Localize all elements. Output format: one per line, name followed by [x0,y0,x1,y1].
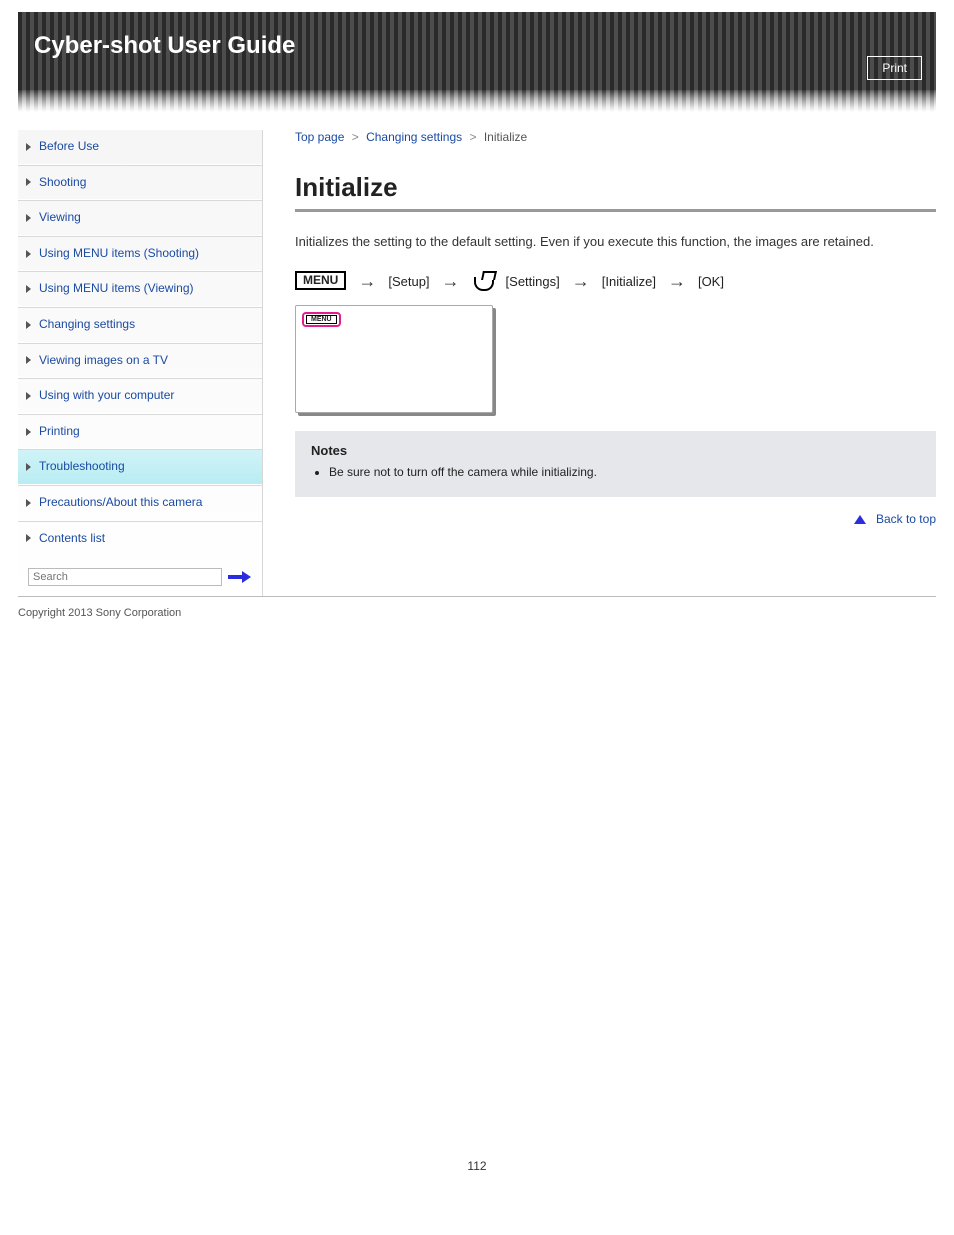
notes-heading: Notes [311,443,920,458]
sidebar-item: Using MENU items (Viewing) [18,271,262,307]
page-number-row: 112 [18,629,936,1173]
breadcrumb-link[interactable]: Changing settings [366,130,462,144]
breadcrumb-separator: > [348,130,362,144]
caret-right-icon [26,178,31,186]
path-initialize: [Initialize] [602,274,656,289]
sidebar-item: Before Use [18,130,262,165]
back-to-top: Back to top [295,511,936,526]
caret-right-icon [26,463,31,471]
sidebar-link[interactable]: Using with your computer [18,379,262,413]
header-title: Cyber-shot User Guide [34,32,295,60]
sidebar-link[interactable]: Changing settings [18,308,262,342]
title-divider [295,209,936,212]
sidebar-item: Viewing images on a TV [18,343,262,379]
header-banner: Cyber-shot User Guide Print [18,12,936,90]
sidebar-item: Printing [18,414,262,450]
sidebar-link[interactable]: Using MENU items (Viewing) [18,272,262,306]
sidebar-link[interactable]: Viewing [18,201,262,235]
sidebar-item-label: Using MENU items (Shooting) [39,246,199,262]
sidebar: Before Use Shooting Viewing Using MENU item… [18,130,263,596]
sidebar-link[interactable]: Before Use [18,130,262,164]
camera-back-illustration: MENU [295,305,493,413]
settings-icon [472,269,494,291]
page-title: Initialize [295,172,936,203]
sidebar-link[interactable]: Troubleshooting [18,450,262,484]
breadcrumb-separator: > [466,130,480,144]
sidebar-item-label: Viewing images on a TV [39,353,168,369]
sidebar-item: Using with your computer [18,378,262,414]
arrow-right-icon: → [442,272,460,290]
sidebar-item: Using MENU items (Shooting) [18,236,262,272]
copyright: Copyright 2013 Sony Corporation [18,607,181,619]
caret-right-icon [26,534,31,542]
breadcrumb: Top page > Changing settings > Initializ… [295,130,936,144]
sidebar-item: Troubleshooting [18,449,262,485]
sidebar-item: Shooting [18,165,262,201]
notes-box: Notes Be sure not to turn off the camera… [295,431,936,497]
sidebar-link[interactable]: Precautions/About this camera [18,486,262,520]
footer: Copyright 2013 Sony Corporation [18,607,936,619]
menu-button-glyph: MENU [295,271,346,290]
sidebar-item-label: Shooting [39,175,86,191]
sidebar-item: Changing settings [18,307,262,343]
caret-right-icon [26,392,31,400]
sidebar-item: Viewing [18,200,262,236]
sidebar-item-label: Printing [39,424,80,440]
path-setup: [Setup] [388,274,429,289]
sidebar-item-label: Using with your computer [39,388,174,404]
caret-right-icon [26,356,31,364]
lead-paragraph: Initializes the setting to the default s… [295,234,936,249]
search-go-button[interactable] [228,570,252,584]
sidebar-item: Contents list [18,521,262,557]
sidebar-item-label: Using MENU items (Viewing) [39,281,193,297]
main-content: Top page > Changing settings > Initializ… [263,130,936,596]
sidebar-link[interactable]: Printing [18,415,262,449]
caret-right-icon [26,321,31,329]
sidebar-item-label: Viewing [39,210,81,226]
sidebar-item-label: Contents list [39,531,105,547]
caret-right-icon [26,285,31,293]
arrow-right-icon: → [572,272,590,290]
breadcrumb-current: Initialize [484,130,527,144]
sidebar-item-label: Before Use [39,139,99,155]
caret-right-icon [26,250,31,258]
sidebar-link[interactable]: Viewing images on a TV [18,344,262,378]
sidebar-item-label: Precautions/About this camera [39,495,202,511]
arrow-right-icon: → [358,272,376,290]
caret-right-icon [26,143,31,151]
menu-hotspot-highlight: MENU [302,312,341,327]
caret-right-icon [26,428,31,436]
sidebar-link[interactable]: Shooting [18,166,262,200]
path-ok: [OK] [698,274,724,289]
path-settings: [Settings] [506,274,560,289]
sidebar-item: Precautions/About this camera [18,485,262,521]
sidebar-search [18,556,262,596]
triangle-up-icon [854,515,866,524]
menu-label-small: MENU [306,315,337,324]
sidebar-link[interactable]: Using MENU items (Shooting) [18,237,262,271]
caret-right-icon [26,499,31,507]
caret-right-icon [26,214,31,222]
arrow-right-icon: → [668,272,686,290]
menu-navigation-path: MENU → [Setup] → [Settings] → [Initializ… [295,271,936,291]
notes-item: Be sure not to turn off the camera while… [329,464,920,481]
sidebar-item-label: Troubleshooting [39,459,125,475]
footer-divider [18,596,936,597]
sidebar-item-label: Changing settings [39,317,135,333]
search-input[interactable] [28,568,222,586]
breadcrumb-link[interactable]: Top page [295,130,344,144]
back-to-top-link[interactable]: Back to top [876,512,936,526]
page-number: 112 [18,1159,936,1173]
sidebar-link[interactable]: Contents list [18,522,262,556]
print-button[interactable]: Print [867,56,922,80]
